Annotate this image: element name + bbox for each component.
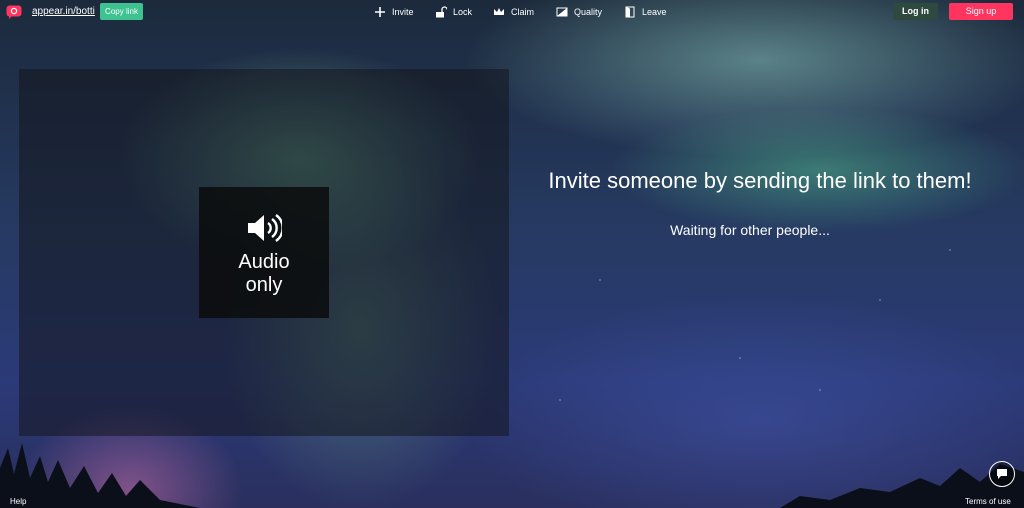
top-bar: appear.in/botti Copy link Invite Lock Cl…: [0, 0, 1024, 24]
door-icon: [625, 6, 635, 18]
nav-invite[interactable]: Invite: [374, 0, 414, 24]
nav-invite-label: Invite: [392, 7, 414, 17]
treeline-silhouette: [0, 443, 1024, 508]
speaker-volume-icon: [248, 214, 282, 242]
room-link[interactable]: appear.in/botti: [32, 6, 95, 17]
nav-claim[interactable]: Claim: [493, 0, 534, 24]
help-link[interactable]: Help: [10, 497, 26, 506]
nav-quality-label: Quality: [574, 7, 603, 17]
crown-icon: [494, 8, 504, 15]
lock-icon: [436, 6, 447, 18]
invite-heading: Invite someone by sending the link to th…: [548, 168, 972, 193]
audio-only-line1: Audio: [238, 251, 290, 273]
audio-only-tile[interactable]: Audio only: [199, 187, 329, 318]
chat-bubble-icon: [997, 469, 1007, 479]
login-button[interactable]: Log in: [893, 3, 938, 20]
nav-leave[interactable]: Leave: [624, 0, 667, 24]
audio-only-label: Audio only: [199, 251, 329, 297]
copy-link-button[interactable]: Copy link: [100, 3, 143, 20]
nav-quality[interactable]: Quality: [556, 0, 602, 24]
plus-icon: [375, 7, 385, 17]
nav-lock-label: Lock: [453, 7, 473, 17]
chat-button[interactable]: [989, 461, 1015, 487]
waiting-status: Waiting for other people...: [670, 222, 830, 238]
appear-logo-icon[interactable]: [6, 5, 22, 19]
nav-lock[interactable]: Lock: [435, 0, 472, 24]
audio-only-line2: only: [245, 274, 283, 296]
terms-of-use-link[interactable]: Terms of use: [965, 497, 1011, 506]
nav-leave-label: Leave: [642, 7, 667, 17]
nav-claim-label: Claim: [511, 7, 535, 17]
quality-icon: [556, 7, 568, 17]
signup-button[interactable]: Sign up: [949, 3, 1013, 20]
